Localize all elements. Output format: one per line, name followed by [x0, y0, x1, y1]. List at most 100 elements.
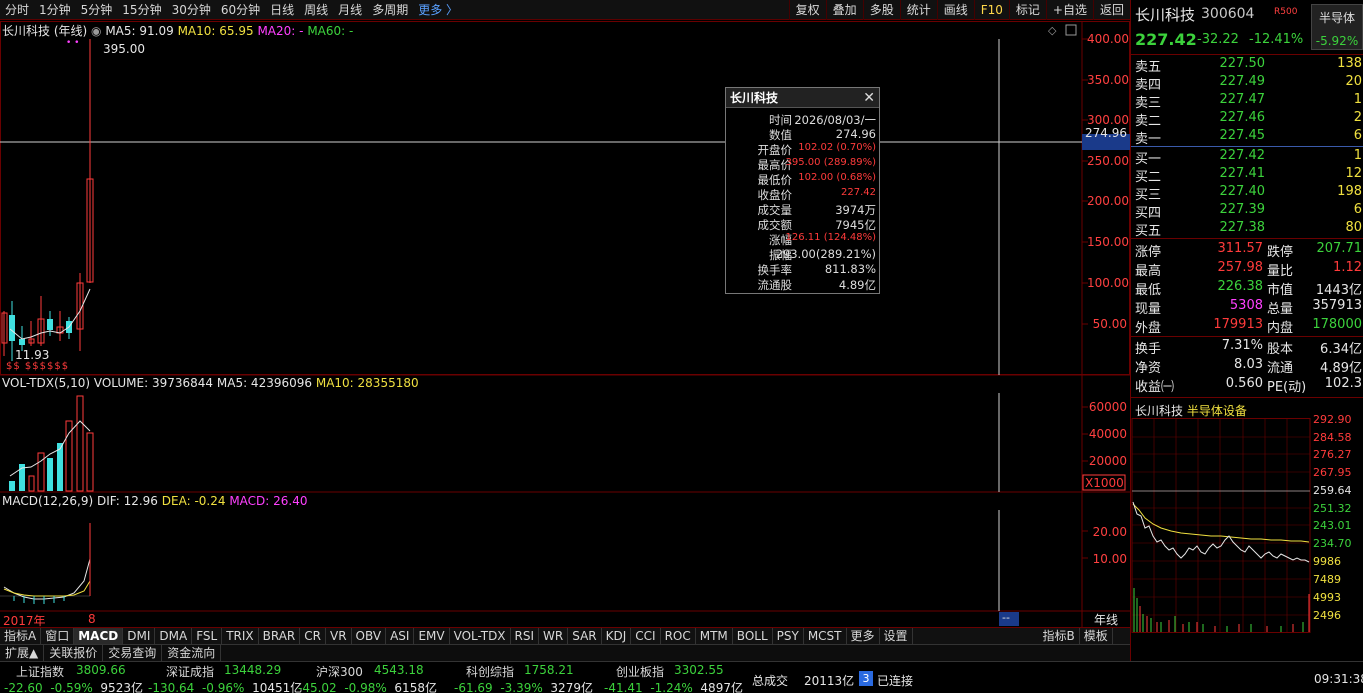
related-quotes-tab[interactable]: 关联报价 — [44, 645, 104, 661]
tab-mtm[interactable]: MTM — [696, 628, 733, 644]
bid-row-5[interactable]: 买五 227.38 80 — [1131, 220, 1363, 239]
tab-indicator-a[interactable]: 指标A — [0, 628, 42, 644]
fund-flow-tab[interactable]: 资金流向 — [162, 645, 222, 661]
index-item[interactable]: 上证指数 3809.66 -22.60 -0.59% 9523亿 — [4, 662, 143, 693]
ma20-label: MA20: - — [257, 24, 304, 38]
mini-tick: 4993 — [1313, 591, 1341, 604]
index-item[interactable]: 科创综指 1758.21 -61.69 -3.39% 3279亿 — [454, 662, 596, 693]
tab-psy[interactable]: PSY — [773, 628, 804, 644]
tab-asi[interactable]: ASI — [386, 628, 415, 644]
period-60min[interactable]: 60分钟 — [216, 1, 265, 18]
ma60-label: MA60: - — [307, 24, 354, 38]
tab-boll[interactable]: BOLL — [733, 628, 773, 644]
period-more[interactable]: 更多 〉 — [413, 1, 463, 18]
macd-y-tick: 20.00 — [1092, 525, 1127, 539]
tab-more[interactable]: 更多 — [847, 628, 880, 644]
mark-button[interactable]: 标记 — [1008, 0, 1046, 20]
tab-brar[interactable]: BRAR — [259, 628, 301, 644]
price-change: -32.22 — [1197, 32, 1239, 47]
tab-emv[interactable]: EMV — [414, 628, 450, 644]
close-icon[interactable]: ✕ — [863, 90, 875, 106]
tooltip-row: 时间 2026/08/03/一 — [769, 113, 876, 127]
mini-tick: 9986 — [1313, 555, 1341, 568]
tab-vr[interactable]: VR — [326, 628, 352, 644]
sector-name: 半导体 — [1318, 11, 1355, 25]
ask-row-2[interactable]: 卖二 227.46 2 — [1131, 110, 1363, 129]
tab-macd[interactable]: MACD — [74, 628, 124, 644]
period-15min[interactable]: 15分钟 — [117, 1, 166, 18]
tab-dma[interactable]: DMA — [155, 628, 193, 644]
bid-row-2[interactable]: 买二 227.41 12 — [1131, 166, 1363, 185]
chart-expand-icon — [1065, 24, 1077, 36]
ask-row-5[interactable]: 卖五 227.50 138 — [1131, 56, 1363, 75]
statistics-button[interactable]: 统计 — [899, 0, 937, 20]
period-1min[interactable]: 1分钟 — [34, 1, 76, 18]
tab-fsl[interactable]: FSL — [192, 628, 223, 644]
overlay-button[interactable]: 叠加 — [825, 0, 863, 20]
main-chart-title: 长川科技 (年线) — [2, 24, 88, 38]
trade-query-tab[interactable]: 交易查询 — [103, 645, 163, 661]
period-monthly[interactable]: 月线 — [333, 1, 367, 18]
stat-row: 换手 7.31% 股本 6.34亿 — [1135, 338, 1362, 357]
index-item[interactable]: 沪深300 4543.18 -45.02 -0.98% 6158亿 — [298, 662, 446, 693]
expand-button[interactable]: 扩展▲ — [0, 645, 45, 661]
period-5min[interactable]: 5分钟 — [76, 1, 118, 18]
legend-toggle-icon[interactable]: ◉ — [91, 24, 101, 38]
period-label[interactable]: 年线 — [1094, 611, 1118, 628]
clock: 09:31:38 — [1314, 672, 1363, 686]
draw-line-button[interactable]: 画线 — [936, 0, 974, 20]
tab-cr[interactable]: CR — [300, 628, 326, 644]
add-watchlist-button[interactable]: +自选 — [1045, 0, 1093, 20]
tab-roc[interactable]: ROC — [661, 628, 696, 644]
period-intraday[interactable]: 分时 — [0, 1, 34, 18]
bid-row-1[interactable]: 买一 227.42 1 — [1131, 148, 1363, 167]
back-button[interactable]: 返回 — [1092, 0, 1130, 20]
multi-stock-button[interactable]: 多股 — [862, 0, 900, 20]
f10-button[interactable]: F10 — [973, 0, 1009, 20]
tab-wr[interactable]: WR — [539, 628, 569, 644]
y-tick: 100.00 — [1087, 276, 1129, 290]
stat-row: 净资 8.03 流通 4.89亿 — [1135, 357, 1362, 376]
ask-row-3[interactable]: 卖三 227.47 1 — [1131, 92, 1363, 111]
connection-count[interactable]: 3 — [859, 671, 873, 686]
low-price-label: 11.93 — [15, 348, 50, 362]
index-item[interactable]: 深证成指 13448.29 -130.64 -0.96% 10451亿 — [148, 662, 316, 693]
ask-row-4[interactable]: 卖四 227.49 20 — [1131, 74, 1363, 93]
tooltip-row: 成交量 3974万 — [757, 203, 877, 217]
tab-vol-tdx[interactable]: VOL-TDX — [450, 628, 511, 644]
mini-tick: 267.95 — [1313, 466, 1352, 479]
tab-settings[interactable]: 设置 — [880, 628, 913, 644]
chart-tools: 复权 叠加 多股 统计 画线 F10 标记 +自选 返回 — [788, 0, 1130, 20]
period-weekly[interactable]: 周线 — [299, 1, 333, 18]
tab-trix[interactable]: TRIX — [222, 628, 259, 644]
mini-tick: 276.27 — [1313, 448, 1352, 461]
tab-obv[interactable]: OBV — [352, 628, 387, 644]
ask-row-1[interactable]: 卖一 227.45 6 — [1131, 128, 1363, 147]
macd-histogram-neg — [13, 596, 65, 604]
sector-button[interactable]: 半导体 -5.92% — [1311, 4, 1363, 50]
tab-sar[interactable]: SAR — [568, 628, 602, 644]
cursor-value-label: 274.96 — [1085, 126, 1127, 140]
adjust-button[interactable]: 复权 — [788, 0, 826, 20]
period-30min[interactable]: 30分钟 — [167, 1, 216, 18]
chart-canvas[interactable]: • • ◇ — [0, 21, 1130, 627]
tab-template[interactable]: 模板 — [1080, 628, 1113, 644]
tab-dmi[interactable]: DMI — [123, 628, 156, 644]
period-daily[interactable]: 日线 — [265, 1, 299, 18]
price-change-pct: -12.41% — [1249, 32, 1304, 47]
period-multi[interactable]: 多周期 — [367, 1, 413, 18]
stat-row: 现量 5308 总量 357913 — [1135, 298, 1362, 317]
tooltip-row: 涨幅 126.11 (124.48%) — [769, 232, 876, 247]
mini-sector-name: 半导体设备 — [1186, 404, 1247, 418]
stock-name: 长川科技 — [1135, 6, 1196, 24]
quote-panel: 长川科技 300604 R500 半导体 -5.92% 227.42 -32.2… — [1130, 0, 1363, 693]
tab-cci[interactable]: CCI — [631, 628, 661, 644]
bid-row-3[interactable]: 买三 227.40 198 — [1131, 184, 1363, 203]
tab-mcst[interactable]: MCST — [804, 628, 847, 644]
index-item[interactable]: 创业板指 3302.55 -41.41 -1.24% 4897亿 — [604, 662, 746, 693]
tab-rsi[interactable]: RSI — [511, 628, 540, 644]
tab-kdj[interactable]: KDJ — [602, 628, 632, 644]
bid-row-4[interactable]: 买四 227.39 6 — [1131, 202, 1363, 221]
tab-indicator-b[interactable]: 指标B — [1039, 628, 1080, 644]
tab-window[interactable]: 窗口 — [41, 628, 75, 644]
